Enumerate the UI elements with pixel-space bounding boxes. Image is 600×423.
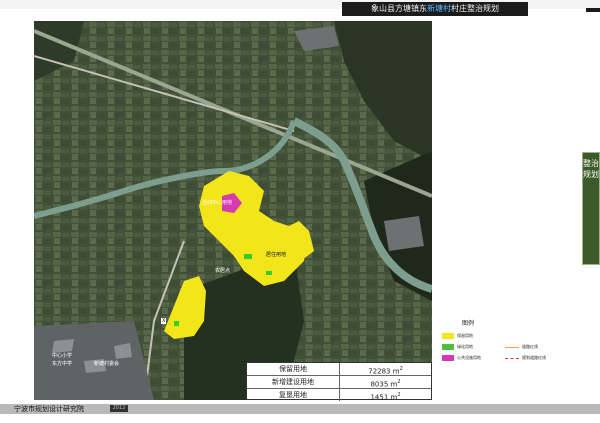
stat-value: 8035 m2 — [370, 379, 401, 389]
legend-label: 保留用地 — [457, 333, 473, 338]
land-use-stats-table: 保留用地 72283 m2 新增建设用地 8035 m2 复垦用地 1451 m… — [246, 362, 432, 401]
table-row: 复垦用地 1451 m2 — [247, 389, 431, 401]
legend-label: 公共设施用地 — [457, 355, 481, 360]
legend-swatch — [442, 333, 454, 339]
map-label-6: 东方中学 — [52, 361, 73, 367]
map-label-5: X — [161, 318, 167, 324]
village-east — [384, 216, 424, 251]
satellite-map: 活动中心用地 居住用地 农居点 中心小学 X 东方中学 新塘村委会 — [34, 21, 432, 400]
legend-item: 公共设施用地 — [442, 355, 481, 361]
table-row: 保留用地 72283 m2 — [247, 363, 431, 376]
legend-item: 保留用地 — [442, 333, 473, 339]
green-patch-2 — [266, 271, 272, 275]
map-label-3: 农居点 — [215, 268, 231, 274]
legend-label: 道路红线 — [522, 344, 538, 349]
footer-badge: 2012 — [110, 405, 128, 412]
legend-item: 规划道路红线 — [505, 355, 546, 361]
title-part-1: 象山县方塘镇东 — [371, 4, 427, 13]
map-label-7: 新塘村委会 — [94, 361, 120, 367]
stat-value: 72283 m2 — [368, 366, 403, 376]
stat-label: 保留用地 — [247, 363, 340, 375]
footer-text: 宁波市规划设计研究院 — [14, 405, 84, 413]
map-label-4: 中心小学 — [52, 353, 73, 359]
footer-bar — [0, 404, 600, 414]
stat-value: 1451 m2 — [370, 392, 401, 402]
stat-label: 新增建设用地 — [247, 376, 340, 388]
document-title: 象山县方塘镇东新塘村村庄整治规划 — [342, 2, 528, 16]
legend-line — [505, 346, 519, 348]
header-corner-mark — [586, 8, 600, 12]
legend-swatch — [442, 344, 454, 350]
title-part-3: 村庄整治规划 — [451, 4, 499, 13]
legend-swatch — [442, 355, 454, 361]
map-label-1: 活动中心用地 — [202, 200, 233, 206]
map-canvas — [34, 21, 432, 400]
legend-label: 绿化用地 — [457, 344, 473, 349]
legend-item: 绿化用地 — [442, 344, 473, 350]
legend-label: 规划道路红线 — [522, 355, 546, 360]
table-row: 新增建设用地 8035 m2 — [247, 376, 431, 389]
legend-item: 道路红线 — [505, 344, 538, 350]
title-highlight: 新塘村 — [427, 4, 451, 13]
green-patch-3 — [174, 321, 179, 326]
side-tab-label: 整治规划 — [583, 159, 599, 179]
map-label-2: 居住用地 — [266, 252, 287, 258]
legend-line — [505, 357, 519, 359]
stat-label: 复垦用地 — [247, 389, 340, 401]
green-patch-1 — [244, 254, 252, 259]
legend-title: 图例 — [462, 320, 475, 327]
